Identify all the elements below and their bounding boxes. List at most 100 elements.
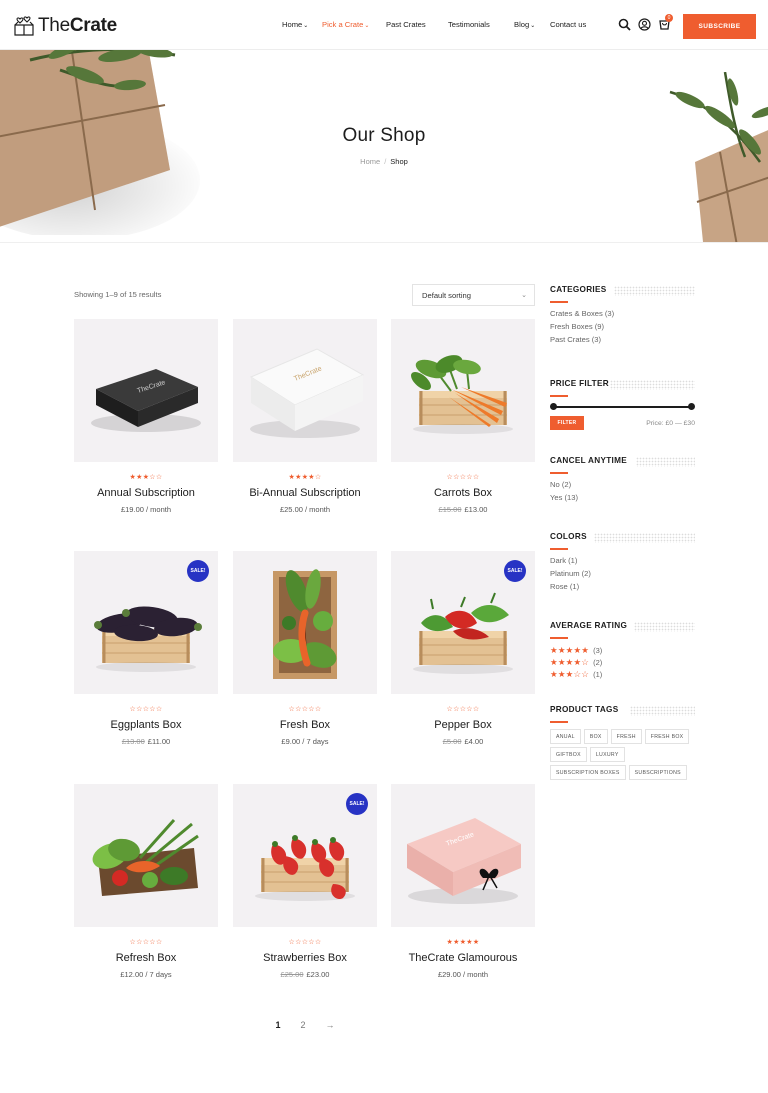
- product-image-wrap[interactable]: [391, 319, 535, 462]
- product-name[interactable]: Refresh Box: [74, 952, 218, 964]
- rating-count: (3): [593, 646, 603, 655]
- product-card[interactable]: TheCrate ★★★★★ TheCrate Glamourous £29.00 …: [391, 784, 535, 979]
- price-period: / month: [143, 505, 172, 514]
- product-card[interactable]: TheCrate ★★★☆☆ Annual Subscription £19.00 /…: [74, 319, 218, 514]
- category-link[interactable]: Past Crates (3): [550, 333, 695, 346]
- category-link[interactable]: Fresh Boxes (9): [550, 320, 695, 333]
- next-page-arrow-icon[interactable]: →: [326, 1020, 335, 1030]
- logo[interactable]: TheCrate: [13, 13, 117, 39]
- widget-average-rating: AVERAGE RATING ★★★★★ (3) ★★★★☆ (2) ★★★☆☆ (1): [550, 621, 695, 680]
- product-image[interactable]: [391, 319, 535, 462]
- product-name[interactable]: Fresh Box: [233, 719, 377, 731]
- chevron-down-icon: ⌄: [521, 292, 527, 299]
- price-slider-max-handle[interactable]: [688, 403, 695, 410]
- product-card[interactable]: TheCrate ★★★★☆ Bi-Annual Subscription £25.0…: [233, 319, 377, 514]
- rating-stars: ★★★★☆: [550, 657, 590, 667]
- page-link-1[interactable]: 1: [275, 1020, 280, 1030]
- nav-item-home[interactable]: Home⌄: [282, 20, 308, 29]
- widget-title: PRICE FILTER: [550, 379, 695, 397]
- tag-link[interactable]: BOX: [583, 729, 608, 744]
- cancel-filter-link[interactable]: No (2): [550, 478, 695, 491]
- result-count: Showing 1–9 of 15 results: [74, 290, 162, 299]
- product-image-wrap[interactable]: TheCrate: [233, 319, 377, 462]
- price-period: / month: [302, 505, 331, 514]
- nav-item-past-crates[interactable]: Past Crates: [386, 20, 426, 29]
- nav-item-contact-us[interactable]: Contact us: [550, 20, 586, 29]
- current-price: £13.00: [464, 505, 488, 514]
- rating-filter-row[interactable]: ★★★★★ (3): [550, 644, 695, 656]
- product-image-wrap[interactable]: TheCrate: [74, 319, 218, 462]
- nav-item-blog[interactable]: Blog⌄: [514, 20, 535, 29]
- rating-filter-row[interactable]: ★★★★☆ (2): [550, 656, 695, 668]
- sale-badge: SALE!: [187, 560, 209, 582]
- product-image-wrap[interactable]: [233, 551, 377, 694]
- nav-item-label: Contact us: [550, 20, 587, 29]
- page-link-2[interactable]: 2: [301, 1020, 306, 1030]
- product-image[interactable]: TheCrate: [391, 784, 535, 927]
- product-name[interactable]: TheCrate Glamourous: [391, 952, 535, 964]
- product-card[interactable]: SALE! ☆☆☆☆☆ Pepper Box £5.00 £4.00: [391, 551, 535, 746]
- tag-link[interactable]: GIFTBOX: [550, 747, 587, 762]
- product-name[interactable]: Pepper Box: [391, 719, 535, 731]
- rating-stars: ★★★★☆: [288, 474, 322, 481]
- old-price: £25.00: [280, 970, 304, 979]
- product-image-wrap[interactable]: [74, 784, 218, 927]
- product-name[interactable]: Eggplants Box: [74, 719, 218, 731]
- rating-stars: ☆☆☆☆☆: [288, 939, 322, 946]
- rating-filter-list: ★★★★★ (3) ★★★★☆ (2) ★★★☆☆ (1): [550, 644, 695, 680]
- product-name[interactable]: Annual Subscription: [74, 487, 218, 499]
- tag-link[interactable]: SUBSCRIPTIONS: [628, 765, 687, 780]
- product-image[interactable]: [233, 551, 377, 694]
- breadcrumb-home[interactable]: Home: [360, 157, 380, 166]
- cart-button[interactable]: 0: [658, 14, 673, 31]
- pagination: 1 2 →: [0, 1020, 610, 1030]
- search-icon[interactable]: [618, 18, 631, 31]
- nav-item-label: Testimonials: [448, 20, 490, 29]
- product-image-wrap[interactable]: SALE!: [391, 551, 535, 694]
- tag-link[interactable]: SUBSCRIPTION BOXES: [550, 765, 626, 780]
- rating-stars: ☆☆☆☆☆: [446, 706, 480, 713]
- product-price: £25.00 £23.00: [233, 970, 377, 979]
- nav-item-pick-a-crate[interactable]: Pick a Crate⌄: [322, 20, 369, 29]
- product-image[interactable]: [74, 784, 218, 927]
- product-image[interactable]: TheCrate: [233, 319, 377, 462]
- color-filter-link[interactable]: Platinum (2): [550, 567, 695, 580]
- product-image[interactable]: TheCrate: [74, 319, 218, 462]
- tag-link[interactable]: LUXURY: [589, 747, 625, 762]
- product-price: £5.00 £4.00: [391, 737, 535, 746]
- account-icon[interactable]: [638, 18, 651, 31]
- breadcrumb-current: Shop: [390, 157, 408, 166]
- old-price: £15.00: [438, 505, 462, 514]
- cancel-filter-link[interactable]: Yes (13): [550, 491, 695, 504]
- sort-select[interactable]: Default sorting ⌄: [412, 284, 535, 306]
- rating-stars: ☆☆☆☆☆: [288, 706, 322, 713]
- product-card[interactable]: ☆☆☆☆☆ Fresh Box £9.00 / 7 days: [233, 551, 377, 746]
- product-name[interactable]: Bi-Annual Subscription: [233, 487, 377, 499]
- tag-link[interactable]: FRESH: [610, 729, 642, 744]
- product-card[interactable]: ☆☆☆☆☆ Carrots Box £15.00 £13.00: [391, 319, 535, 514]
- product-card[interactable]: SALE! ☆☆☆☆☆ Eggplants Box £13.00 £11.00: [74, 551, 218, 746]
- nav-item-testimonials[interactable]: Testimonials: [448, 20, 490, 29]
- price-range-label: Price: £0 — £30: [646, 420, 695, 427]
- widget-product-tags: PRODUCT TAGS ANUAL BOX FRESH FRESH BOX GIFTB…: [550, 705, 695, 780]
- tag-link[interactable]: ANUAL: [550, 729, 581, 744]
- product-image-wrap[interactable]: SALE!: [233, 784, 377, 927]
- price-slider[interactable]: [550, 403, 695, 411]
- price-slider-min-handle[interactable]: [550, 403, 557, 410]
- chevron-down-icon: ⌄: [530, 23, 536, 29]
- color-filter-link[interactable]: Rose (1): [550, 580, 695, 593]
- product-card[interactable]: ☆☆☆☆☆ Refresh Box £12.00 / 7 days: [74, 784, 218, 979]
- color-filter-link[interactable]: Dark (1): [550, 554, 695, 567]
- product-card[interactable]: SALE! ☆☆☆☆☆ Strawberries Box £25.00 £23.00: [233, 784, 377, 979]
- widget-colors: COLORS Dark (1) Platinum (2) Rose (1): [550, 532, 695, 594]
- chevron-down-icon: ⌄: [303, 23, 309, 29]
- tag-link[interactable]: FRESH BOX: [644, 729, 690, 744]
- rating-filter-row[interactable]: ★★★☆☆ (1): [550, 668, 695, 680]
- product-image-wrap[interactable]: TheCrate: [391, 784, 535, 927]
- filter-button[interactable]: FILTER: [550, 416, 584, 430]
- product-image-wrap[interactable]: SALE!: [74, 551, 218, 694]
- product-name[interactable]: Carrots Box: [391, 487, 535, 499]
- subscribe-button[interactable]: SUBSCRIBE: [683, 14, 756, 39]
- product-name[interactable]: Strawberries Box: [233, 952, 377, 964]
- category-link[interactable]: Crates & Boxes (3): [550, 307, 695, 320]
